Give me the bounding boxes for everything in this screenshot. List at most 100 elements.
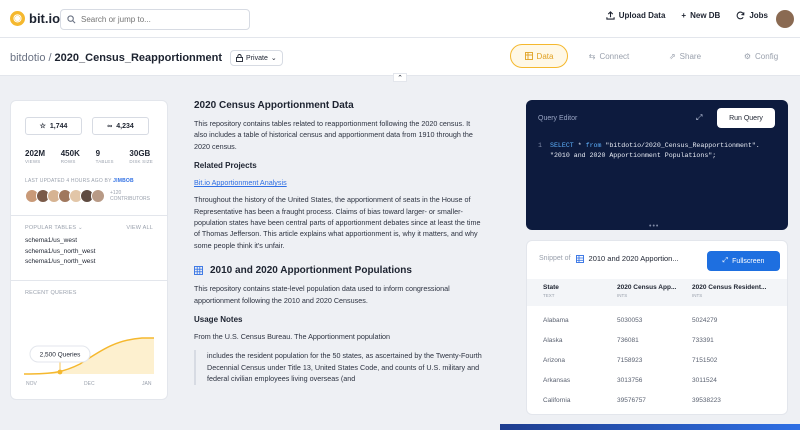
table-cell: Alaska — [543, 337, 563, 344]
view-all-link[interactable]: VIEW ALL — [126, 225, 153, 231]
stat-value: 450K — [60, 149, 80, 158]
jobs-button[interactable]: Jobs — [736, 11, 768, 20]
fullscreen-button[interactable]: ⤢ Fullscreen — [707, 251, 780, 271]
snippet-header: Snippet of 2010 and 2020 Apportion... — [539, 254, 679, 263]
stat-label: ROWS — [60, 159, 76, 164]
run-query-button[interactable]: Run Query — [717, 108, 775, 128]
logo-text: bit.io — [29, 11, 61, 26]
sql-text: "2010 and 2020 Apportionment Populations… — [550, 152, 717, 159]
column-header-apportionment[interactable]: 2020 Census App... INTS — [617, 284, 676, 298]
last-updated-user[interactable]: JIMBOB — [113, 178, 134, 184]
stat-rows: 450K ROWS — [61, 149, 80, 164]
tab-data[interactable]: Data — [510, 44, 568, 68]
month-label: DEC — [84, 381, 95, 387]
repo-stats: 202M VIEWS 450K ROWS 9 TABLES 30GB DISK SIZE — [25, 149, 153, 164]
table-row: Alaska 736081 733391 — [527, 331, 787, 351]
table-cell: Arkansas — [543, 377, 571, 384]
fork-icon: ∞ — [107, 122, 113, 130]
logo[interactable]: ◉ bit.io — [10, 11, 60, 26]
tab-connect[interactable]: ⇆ Connect — [574, 44, 644, 68]
divider — [11, 215, 167, 216]
table-icon — [575, 254, 584, 263]
column-type: INTS — [617, 293, 628, 298]
last-updated: LAST UPDATED 4 HOURS AGO BY JIMBOB — [25, 178, 153, 184]
related-projects-heading: Related Projects — [194, 161, 257, 171]
stat-disk-size: 30GB DISK SIZE — [129, 149, 153, 164]
table-header: State TEXT 2020 Census App... INTS 2020 Ce… — [527, 279, 787, 306]
star-button[interactable]: ☆ 1,744 — [25, 117, 82, 135]
popular-table-item[interactable]: schema1/us_west — [25, 236, 153, 247]
stat-value: 30GB — [129, 149, 151, 158]
sql-keyword: from — [585, 142, 602, 149]
repo-tabs: Data ⇆ Connect ⇗ Share ⚙ Config — [510, 44, 796, 68]
collapse-header-button[interactable]: ⌃ — [393, 73, 407, 82]
popular-tables-list: schema1/us_west schema1/us_north_west sc… — [25, 236, 153, 268]
column-name: State — [543, 284, 559, 291]
sql-code[interactable]: 1 SELECT * from "bitdotio/2020_Census_Rea… — [538, 141, 760, 161]
section-heading: 2010 and 2020 Apportionment Populations — [194, 265, 484, 276]
column-name: 2020 Census Resident... — [692, 284, 767, 291]
fullscreen-icon: ⤢ — [722, 257, 729, 264]
column-header-resident[interactable]: 2020 Census Resident... INTS — [692, 284, 766, 298]
search-box[interactable] — [60, 9, 250, 30]
breadcrumb-repo[interactable]: 2020_Census_Reapportionment — [55, 52, 223, 64]
popular-table-item[interactable]: schema1/us_north_west — [25, 247, 153, 258]
snippet-table-name[interactable]: 2010 and 2020 Apportion... — [589, 254, 679, 263]
lock-icon — [236, 54, 243, 62]
chevron-down-icon: ⌄ — [77, 225, 83, 231]
table-cell: 39538223 — [692, 397, 721, 404]
refresh-icon — [736, 11, 745, 20]
table-cell: 7158923 — [617, 357, 643, 364]
popular-table-item[interactable]: schema1/us_north_west — [25, 257, 153, 268]
table-row: Arizona 7158923 7151502 — [527, 351, 787, 371]
stat-tables: 9 TABLES — [96, 149, 114, 164]
column-header-state[interactable]: State TEXT — [543, 284, 559, 298]
table-cell: 736081 — [617, 337, 639, 344]
fullscreen-label: Fullscreen — [732, 257, 765, 265]
table-cell: 7151502 — [692, 357, 718, 364]
divider — [11, 279, 167, 281]
column-type: INTS — [692, 293, 703, 298]
upload-icon — [606, 11, 615, 20]
star-count: 1,744 — [49, 122, 68, 130]
line-number: 1 — [538, 142, 542, 149]
readme-content: 2020 Census Apportionment Data This repo… — [194, 100, 484, 385]
upload-data-label: Upload Data — [618, 11, 666, 20]
sql-text: * — [573, 142, 586, 149]
new-db-label: New DB — [690, 11, 721, 20]
stat-label: DISK SIZE — [129, 159, 153, 164]
month-label: NOV — [26, 381, 38, 387]
gear-icon: ⚙ — [743, 51, 752, 61]
recent-queries-title: RECENT QUERIES — [25, 289, 77, 296]
usage-quote: includes the resident population for the… — [194, 350, 484, 385]
tab-share[interactable]: ⇗ Share — [650, 44, 720, 68]
avatar[interactable] — [91, 189, 105, 203]
resize-handle[interactable]: ••• — [649, 223, 659, 230]
search-input[interactable] — [81, 15, 231, 24]
snippet-panel: Snippet of 2010 and 2020 Apportion... ⤢ … — [526, 240, 788, 415]
query-editor: Query Editor ⤢ Run Query 1 SELECT * from … — [526, 100, 788, 230]
bottom-decoration — [500, 424, 800, 430]
arrows-icon: ⇆ — [588, 51, 596, 61]
expand-icon[interactable]: ⤢ — [696, 113, 702, 123]
tab-config[interactable]: ⚙ Config — [726, 44, 796, 68]
search-icon — [67, 15, 76, 24]
usage-quote-text: includes the resident population for the… — [207, 351, 482, 384]
user-avatar[interactable] — [776, 10, 794, 28]
related-project-link[interactable]: Bit.io Apportionment Analysis — [194, 178, 484, 187]
new-db-button[interactable]: + New DB — [681, 11, 720, 20]
tooltip-text: 2,500 Queries — [40, 352, 82, 359]
stat-label: VIEWS — [25, 159, 41, 164]
table-cell: Arizona — [543, 357, 566, 364]
more-contributors[interactable]: +120 CONTRIBUTORS — [110, 190, 150, 202]
sql-text: "bitdotio/2020_Census_Reapportionment". — [601, 142, 760, 149]
breadcrumb-separator: / — [48, 52, 52, 64]
table-cell: 3011524 — [692, 377, 717, 384]
breadcrumb-owner[interactable]: bitdotio — [10, 52, 45, 64]
table-cell: 733391 — [692, 337, 714, 344]
visibility-label: Private — [246, 54, 268, 62]
upload-data-button[interactable]: Upload Data — [606, 11, 666, 20]
visibility-dropdown[interactable]: Private ⌄ — [230, 50, 283, 66]
highlight-point[interactable] — [57, 369, 63, 375]
fork-button[interactable]: ∞ 4,234 — [92, 117, 149, 135]
